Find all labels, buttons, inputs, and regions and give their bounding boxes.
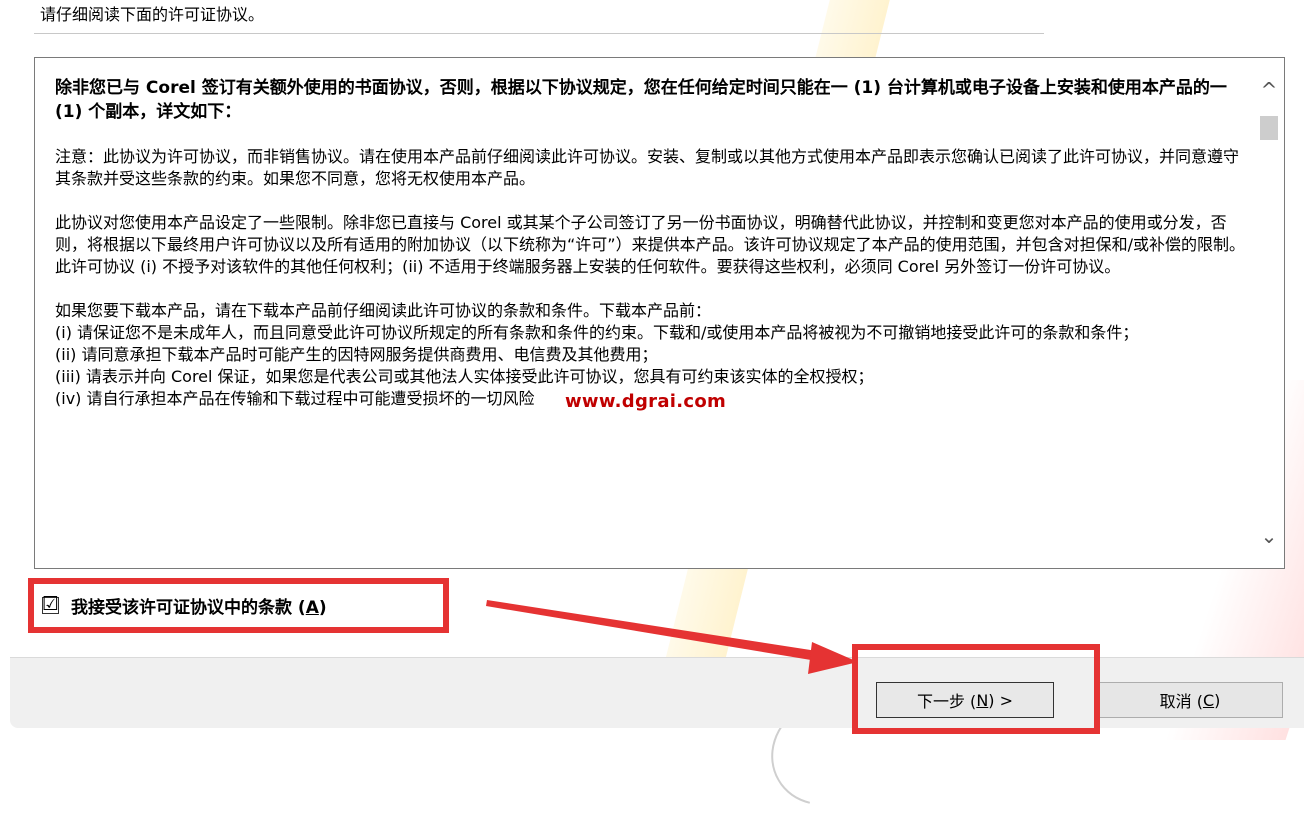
next-button[interactable]: 下一步 (N) > <box>876 682 1054 718</box>
license-content: 除非您已与 Corel 签订有关额外使用的书面协议，否则，根据以下协议规定，您在… <box>55 76 1245 410</box>
license-paragraph: 此协议对您使用本产品设定了一些限制。除非您已直接与 Corel 或其某个子公司签… <box>55 213 1245 276</box>
accept-terms-highlight: ☑ 我接受该许可证协议中的条款 (A) <box>28 578 449 633</box>
license-list-item: (ii) 请同意承担下载本产品时可能产生的因特网服务提供商费用、电信费及其他费用… <box>55 345 658 364</box>
license-list-item: (iii) 请表示并向 Corel 保证，如果您是代表公司或其他法人实体接受此许… <box>55 367 874 386</box>
scroll-up-icon[interactable]: ^ <box>1254 76 1284 104</box>
license-paragraph: 注意：此协议为许可协议，而非销售协议。请在使用本产品前仔细阅读此许可协议。安装、… <box>55 147 1240 188</box>
cancel-button[interactable]: 取消 (C) <box>1097 682 1283 718</box>
accept-terms-label[interactable]: 我接受该许可证协议中的条款 (A) <box>71 593 327 618</box>
watermark-url: www.dgrai.com <box>565 391 727 412</box>
arrow-shaft <box>486 600 830 663</box>
checkmark-icon: ☑ <box>41 593 60 615</box>
license-text-area[interactable]: 除非您已与 Corel 签订有关额外使用的书面协议，否则，根据以下协议规定，您在… <box>34 57 1285 569</box>
scroll-down-icon[interactable]: ⌄ <box>1254 522 1284 550</box>
license-list-item: (i) 请保证您不是未成年人，而且同意受此许可协议所规定的所有条款和条件的约束。… <box>55 323 1139 342</box>
vertical-scrollbar[interactable]: ^ ⌄ <box>1254 58 1284 568</box>
divider <box>34 33 1044 34</box>
instruction-text: 请仔细阅读下面的许可证协议。 <box>40 5 265 24</box>
license-intro: 除非您已与 Corel 签订有关额外使用的书面协议，否则，根据以下协议规定，您在… <box>55 78 1227 122</box>
license-paragraph: 如果您要下载本产品，请在下载本产品前仔细阅读此许可协议的条款和条件。下载本产品前… <box>55 301 712 320</box>
accept-terms-checkbox[interactable]: ☑ <box>41 593 60 615</box>
scroll-thumb[interactable] <box>1260 116 1278 140</box>
